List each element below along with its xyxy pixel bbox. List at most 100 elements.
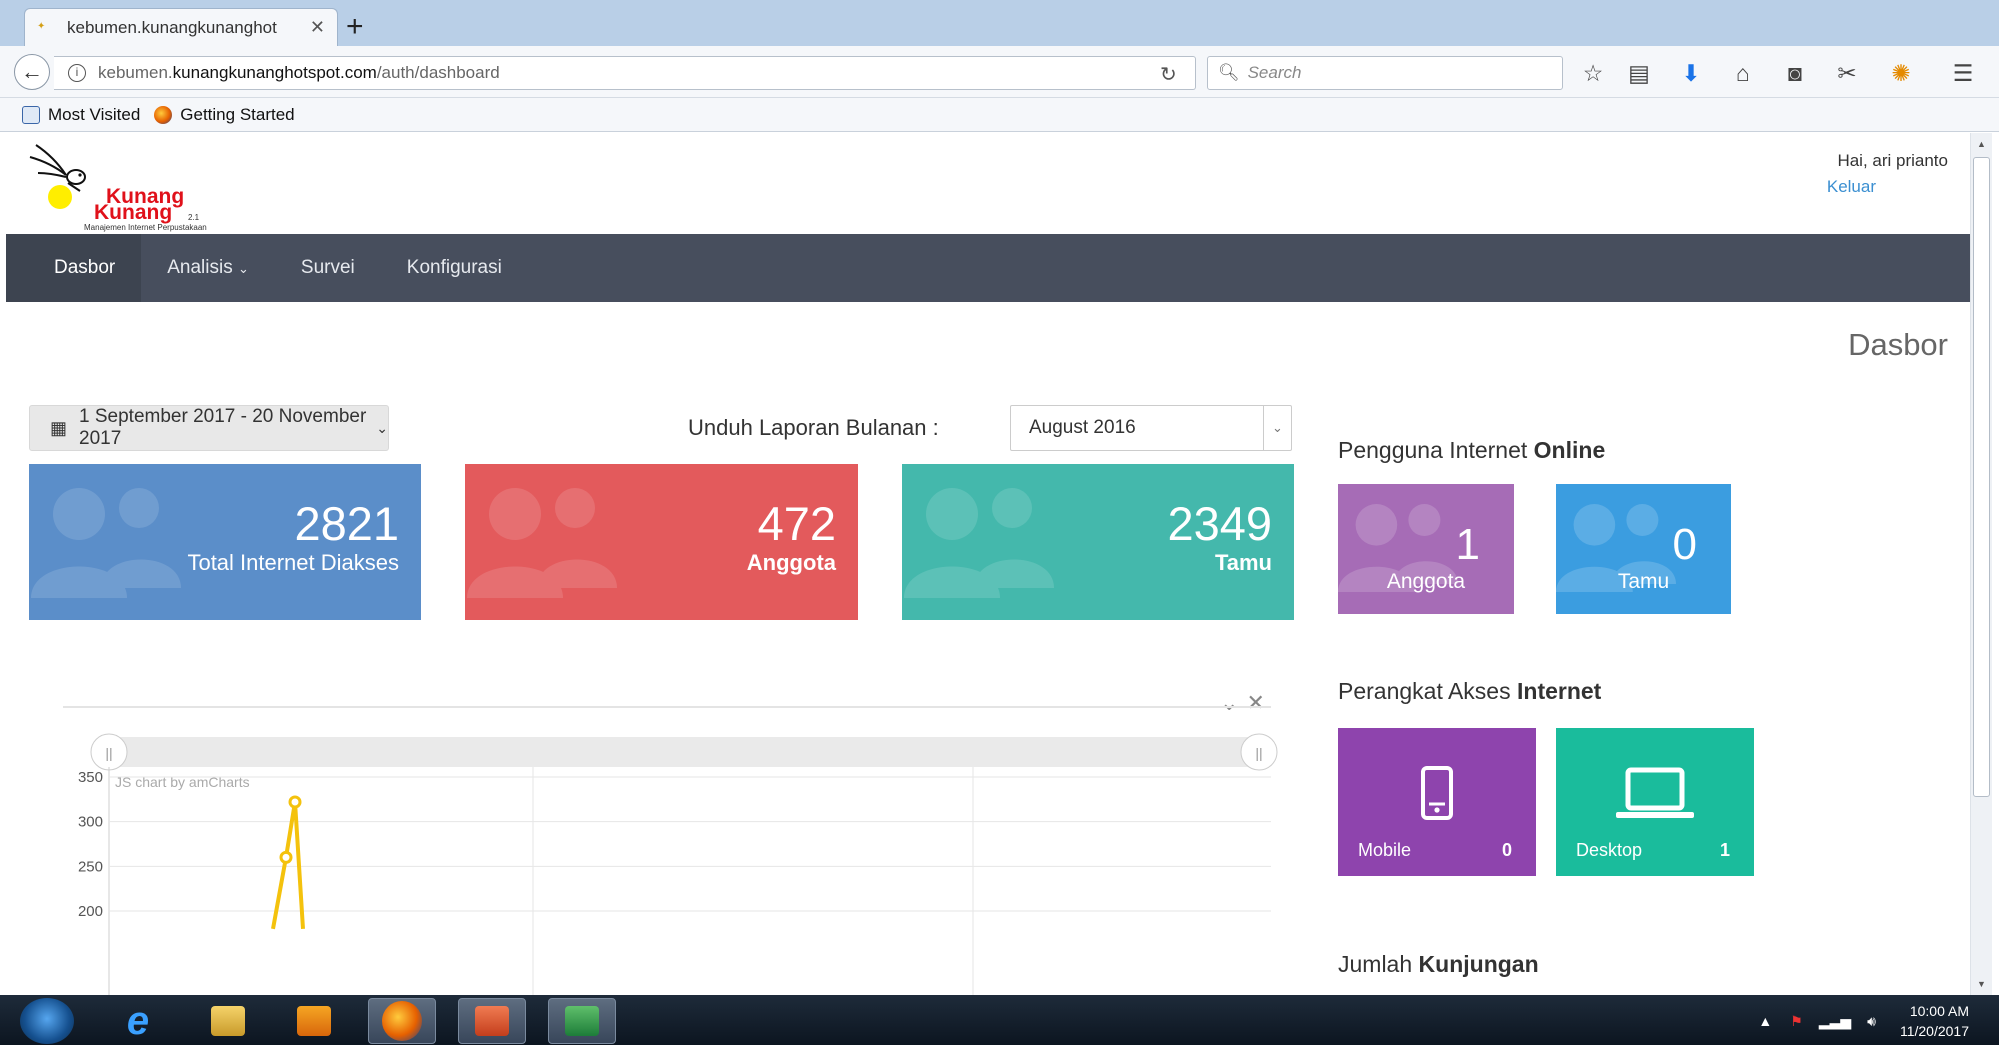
- address-bar[interactable]: i kebumen. kunangkunanghotspot.com/auth/d…: [54, 56, 1196, 90]
- scroll-up-icon[interactable]: ▲: [1973, 135, 1990, 153]
- clock-time: 10:00 AM: [1909, 1003, 1969, 1019]
- ie-icon[interactable]: e: [104, 998, 172, 1044]
- device-label: Mobile: [1358, 840, 1412, 860]
- grip-icon: ||: [1255, 745, 1262, 761]
- users-icon: [31, 488, 181, 598]
- stat-value: 472: [757, 497, 836, 550]
- browser-tab[interactable]: ✦ kebumen.kunangkunanghot ✕: [24, 8, 338, 46]
- nav-label: Dasbor: [54, 257, 116, 278]
- chart-scrollbar[interactable]: [101, 737, 1271, 767]
- page-scrollbar[interactable]: ▲ ▼: [1970, 133, 1992, 995]
- windows-start-icon[interactable]: [20, 998, 74, 1044]
- download-icon[interactable]: ⬇: [1676, 60, 1706, 87]
- y-tick-label: 350: [78, 769, 103, 786]
- mobile-icon: [1421, 766, 1453, 820]
- data-point[interactable]: [279, 850, 293, 864]
- ie-glyph: e: [126, 998, 150, 1043]
- menu-icon[interactable]: ☰: [1948, 60, 1978, 87]
- search-placeholder: Search: [1247, 63, 1302, 82]
- reading-list-icon[interactable]: ▤: [1624, 60, 1654, 87]
- bookmark-folder-icon: [22, 105, 40, 124]
- tab-title: kebumen.kunangkunanghot: [67, 17, 277, 37]
- nav-label: Analisis: [167, 257, 233, 278]
- users-icon: [467, 488, 617, 598]
- download-report-label: Unduh Laporan Bulanan :: [688, 415, 939, 440]
- bookmark-most-visited[interactable]: Most Visited: [22, 105, 140, 125]
- clock[interactable]: 10:00 AM 11/20/2017: [1900, 1001, 1969, 1041]
- url-domain: kunangkunanghotspot.com: [172, 63, 377, 82]
- system-tray: ▲ ⚑ ▂▃▅ 🔊︎ 10:00 AM 11/20/2017: [1758, 998, 1969, 1044]
- bookmark-getting-started[interactable]: Getting Started: [154, 104, 295, 125]
- online-label: Tamu: [1617, 570, 1670, 593]
- logo-word-2: Kunang: [94, 201, 173, 224]
- stat-label: Total Internet Diakses: [187, 550, 399, 575]
- nav-dasbor[interactable]: Dasbor: [6, 234, 142, 302]
- firefox-taskbar-icon[interactable]: [368, 998, 436, 1044]
- date-range-label: 1 September 2017 - 20 November 2017: [79, 406, 367, 449]
- url-prefix: kebumen.: [98, 63, 173, 82]
- back-button[interactable]: ←: [14, 54, 50, 90]
- y-tick-label: 200: [78, 903, 103, 920]
- month-selected: August 2016: [1029, 417, 1136, 438]
- explorer-icon[interactable]: [194, 998, 262, 1044]
- month-select[interactable]: August 2016 ⌄: [1010, 405, 1292, 451]
- tray-expand-icon[interactable]: ▲: [1758, 1013, 1772, 1029]
- stat-value: 2821: [294, 497, 399, 550]
- users-icon: [904, 488, 1054, 598]
- stat-anggota: 472 Anggota: [465, 464, 858, 620]
- calendar-icon: ▦: [50, 417, 68, 438]
- date-range-button[interactable]: ▦ 1 September 2017 - 20 November 2017 ⌄: [29, 405, 389, 451]
- action-center-icon[interactable]: ⚑: [1790, 1013, 1803, 1030]
- section-title-bold: Kunjungan: [1418, 951, 1539, 977]
- excel-icon[interactable]: [548, 998, 616, 1044]
- data-point[interactable]: [288, 795, 302, 809]
- site-logo[interactable]: Kunang Kunang 2.1 Manajemen Internet Per…: [28, 139, 238, 232]
- volume-icon[interactable]: 🔊︎: [1867, 1013, 1876, 1030]
- device-desktop: Desktop 1: [1556, 728, 1754, 876]
- powerpoint-glyph-icon: [475, 1006, 509, 1036]
- chart-credit: JS chart by amCharts: [115, 774, 250, 790]
- bookmark-label: Most Visited: [48, 104, 141, 124]
- bookmarks-bar: Most Visited Getting Started: [0, 98, 1999, 132]
- desktop-icon: [1616, 767, 1694, 818]
- search-input[interactable]: 🔍︎ Search: [1207, 56, 1563, 90]
- nav-label: Survei: [300, 257, 355, 278]
- url-path: /auth/dashboard: [376, 63, 500, 82]
- nav-analisis[interactable]: Analisis ⌄: [141, 234, 275, 302]
- stat-tamu: 2349 Tamu: [902, 464, 1294, 620]
- network-icon[interactable]: ▂▃▅: [1819, 1013, 1851, 1030]
- firefly-logo-icon: [29, 144, 86, 209]
- info-icon[interactable]: i: [68, 64, 86, 82]
- media-player-icon[interactable]: [280, 998, 348, 1044]
- logout-link[interactable]: Keluar: [1827, 177, 1876, 197]
- pocket-icon[interactable]: ◙: [1780, 60, 1810, 87]
- main-nav: Dasbor Analisis ⌄ Survei Konfigurasi: [6, 234, 1970, 302]
- chevron-down-icon: ⌄: [238, 261, 249, 276]
- scroll-down-icon[interactable]: ▼: [1973, 975, 1990, 993]
- close-tab-icon[interactable]: ✕: [310, 17, 325, 38]
- scrollbar-thumb[interactable]: [1973, 157, 1990, 797]
- powerpoint-icon[interactable]: [458, 998, 526, 1044]
- screenshot-icon[interactable]: ✂: [1832, 60, 1862, 87]
- new-tab-icon[interactable]: +: [346, 8, 364, 46]
- online-anggota: 1 Anggota: [1338, 484, 1514, 614]
- bookmark-label: Getting Started: [180, 104, 295, 124]
- y-tick-label: 300: [78, 814, 103, 831]
- stat-total-internet: 2821 Total Internet Diakses: [29, 464, 421, 620]
- bookmark-star-icon[interactable]: ☆: [1578, 60, 1608, 87]
- online-tamu: 0 Tamu: [1556, 484, 1731, 614]
- section-title-bold: Internet: [1517, 678, 1602, 704]
- stat-value: 2349: [1167, 497, 1272, 550]
- clock-date: 11/20/2017: [1899, 1023, 1969, 1039]
- extension-icon[interactable]: ✺: [1886, 60, 1916, 87]
- y-tick-label: 250: [78, 858, 103, 875]
- nav-label: Konfigurasi: [406, 257, 502, 278]
- series-line: [271, 801, 305, 930]
- section-title-bold: Online: [1533, 437, 1606, 463]
- home-icon[interactable]: ⌂: [1728, 60, 1758, 87]
- chevron-down-icon: ⌄: [376, 419, 388, 436]
- reload-icon[interactable]: ↻: [1160, 62, 1177, 87]
- search-icon: 🔍︎: [1218, 63, 1240, 82]
- nav-konfigurasi[interactable]: Konfigurasi: [381, 234, 528, 302]
- nav-survei[interactable]: Survei: [275, 234, 381, 302]
